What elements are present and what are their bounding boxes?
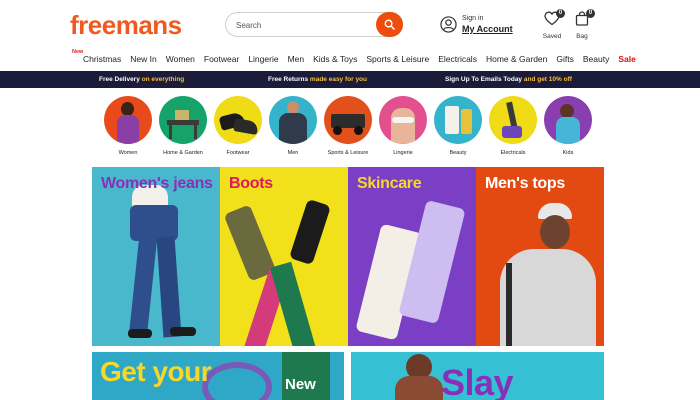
search-bar bbox=[225, 12, 403, 37]
banner-slay[interactable]: Slay bbox=[351, 352, 604, 400]
promo-returns-sub: made easy for you bbox=[309, 76, 367, 83]
category-lingerie[interactable]: Lingerie bbox=[379, 96, 427, 156]
bag-label: Bag bbox=[576, 33, 588, 40]
tile-boots[interactable]: Boots bbox=[220, 167, 348, 346]
search-button[interactable] bbox=[376, 12, 403, 37]
nav-item-sports-leisure[interactable]: Sports & Leisure bbox=[366, 54, 429, 64]
user-icon bbox=[440, 15, 457, 33]
tile-skincare[interactable]: Skincare bbox=[348, 167, 476, 346]
category-sports-leisure[interactable]: Sports & Leisure bbox=[324, 96, 372, 156]
bag-count-badge: 0 bbox=[586, 9, 595, 18]
bag-button[interactable]: 0 Bag bbox=[572, 9, 595, 40]
nav-item-men[interactable]: Men bbox=[288, 54, 305, 64]
banner-get-your[interactable]: Get your New bbox=[92, 352, 344, 400]
new-badge-label: New bbox=[285, 376, 316, 393]
nav-label: Christmas bbox=[83, 54, 122, 64]
category-beauty[interactable]: Beauty bbox=[434, 96, 482, 156]
nav-item-home-garden[interactable]: Home & Garden bbox=[486, 54, 547, 64]
category-label: Home & Garden bbox=[163, 150, 203, 156]
nav-item-women[interactable]: Women bbox=[166, 54, 195, 64]
search-icon bbox=[384, 19, 395, 30]
promo-strip: Free Delivery on everything Free Returns… bbox=[0, 71, 700, 88]
category-footwear-image bbox=[214, 96, 262, 144]
saved-count-badge: 0 bbox=[556, 9, 565, 18]
promo-delivery-sub: on everything bbox=[141, 76, 185, 83]
promo-delivery-main: Free Delivery bbox=[99, 76, 140, 83]
category-sports-leisure-image bbox=[324, 96, 372, 144]
promo-returns-main: Free Returns bbox=[268, 76, 309, 83]
new-tag: New bbox=[72, 49, 84, 55]
category-beauty-image bbox=[434, 96, 482, 144]
category-electricals[interactable]: Electricals bbox=[489, 96, 537, 156]
category-label: Beauty bbox=[449, 150, 467, 156]
my-account-label: My Account bbox=[462, 24, 513, 34]
category-electricals-image bbox=[489, 96, 537, 144]
category-lingerie-image bbox=[379, 96, 427, 144]
nav-item-sale[interactable]: Sale bbox=[618, 54, 636, 64]
tile-mens-tops[interactable]: Men's tops bbox=[476, 167, 604, 346]
category-men[interactable]: Men bbox=[269, 96, 317, 156]
tile-womens-jeans[interactable]: Women's jeans bbox=[92, 167, 220, 346]
new-badge: New bbox=[282, 352, 330, 400]
category-label: Women bbox=[118, 150, 138, 156]
promo-signup-main: Sign Up To Emails Today bbox=[445, 76, 523, 83]
account-link[interactable]: Sign in My Account bbox=[440, 14, 513, 34]
promo-returns[interactable]: Free Returns made easy for you bbox=[268, 76, 367, 83]
category-kids[interactable]: Kids bbox=[544, 96, 592, 156]
category-circles: Women Home & Garden Footwear Men Sports … bbox=[104, 96, 592, 156]
search-input[interactable] bbox=[236, 18, 366, 32]
main-nav: New Christmas New In Women Footwear Linge… bbox=[72, 49, 636, 64]
category-label: Kids bbox=[562, 150, 574, 156]
tile-title: Skincare bbox=[357, 175, 422, 192]
tile-title: Boots bbox=[229, 175, 273, 192]
nav-item-electricals[interactable]: Electricals bbox=[438, 54, 477, 64]
saved-button[interactable]: 0 Saved bbox=[542, 9, 565, 40]
category-label: Lingerie bbox=[393, 150, 413, 156]
category-women-image bbox=[104, 96, 152, 144]
category-label: Electricals bbox=[500, 150, 526, 156]
category-label: Sports & Leisure bbox=[327, 150, 369, 156]
promo-signup[interactable]: Sign Up To Emails Today and get 10% off bbox=[445, 76, 572, 83]
nav-item-new-in[interactable]: New In bbox=[130, 54, 156, 64]
category-label: Men bbox=[287, 150, 299, 156]
nav-item-gifts[interactable]: Gifts bbox=[556, 54, 573, 64]
banner-title: Get your bbox=[100, 356, 212, 387]
category-women[interactable]: Women bbox=[104, 96, 152, 156]
category-home-garden-image bbox=[159, 96, 207, 144]
promo-delivery[interactable]: Free Delivery on everything bbox=[99, 76, 184, 83]
category-kids-image bbox=[544, 96, 592, 144]
nav-item-christmas[interactable]: New Christmas bbox=[72, 49, 122, 64]
nav-item-beauty[interactable]: Beauty bbox=[583, 54, 609, 64]
category-label: Footwear bbox=[226, 150, 250, 156]
sign-in-label: Sign in bbox=[462, 15, 484, 22]
category-men-image bbox=[269, 96, 317, 144]
nav-item-lingerie[interactable]: Lingerie bbox=[248, 54, 278, 64]
tile-title: Men's tops bbox=[485, 175, 565, 192]
category-footwear[interactable]: Footwear bbox=[214, 96, 262, 156]
tile-title: Women's jeans bbox=[101, 175, 213, 192]
category-home-garden[interactable]: Home & Garden bbox=[159, 96, 207, 156]
promo-signup-sub: and get 10% off bbox=[523, 76, 572, 83]
nav-item-kids-toys[interactable]: Kids & Toys bbox=[313, 54, 357, 64]
nav-item-footwear[interactable]: Footwear bbox=[204, 54, 239, 64]
banner-title: Slay bbox=[441, 362, 514, 400]
saved-label: Saved bbox=[542, 33, 562, 40]
freemans-logo[interactable]: freemans bbox=[70, 10, 182, 41]
